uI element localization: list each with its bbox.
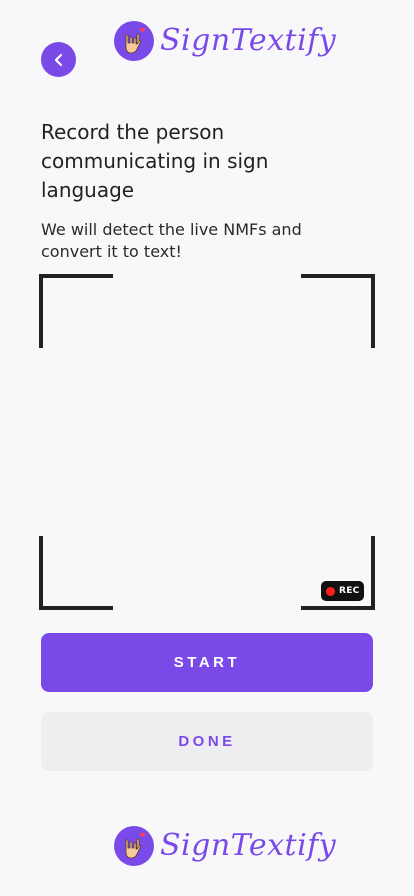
record-dot-icon: [326, 586, 335, 596]
back-button[interactable]: [41, 42, 76, 77]
recording-label: REC: [339, 586, 360, 596]
page-subtitle: We will detect the live NMFs and convert…: [41, 220, 302, 261]
viewfinder-corner-top-right: [301, 274, 375, 348]
hand-sign-icon: [114, 21, 154, 61]
footer-logo: SignTextify: [114, 826, 336, 866]
page-title: Record the person communicating in sign …: [41, 120, 269, 202]
app-name: SignTextify: [160, 23, 337, 58]
start-button[interactable]: START: [41, 633, 373, 692]
viewfinder-corner-top-left: [39, 274, 113, 348]
hand-sign-icon: [114, 826, 154, 866]
camera-viewfinder[interactable]: REC: [39, 274, 375, 610]
recording-badge: REC: [321, 581, 364, 601]
viewfinder-corner-bottom-left: [39, 536, 113, 610]
chevron-left-icon: [54, 53, 62, 66]
done-button[interactable]: DONE: [41, 712, 373, 771]
app-logo: SignTextify: [114, 21, 336, 61]
footer-app-name: SignTextify: [160, 828, 337, 863]
